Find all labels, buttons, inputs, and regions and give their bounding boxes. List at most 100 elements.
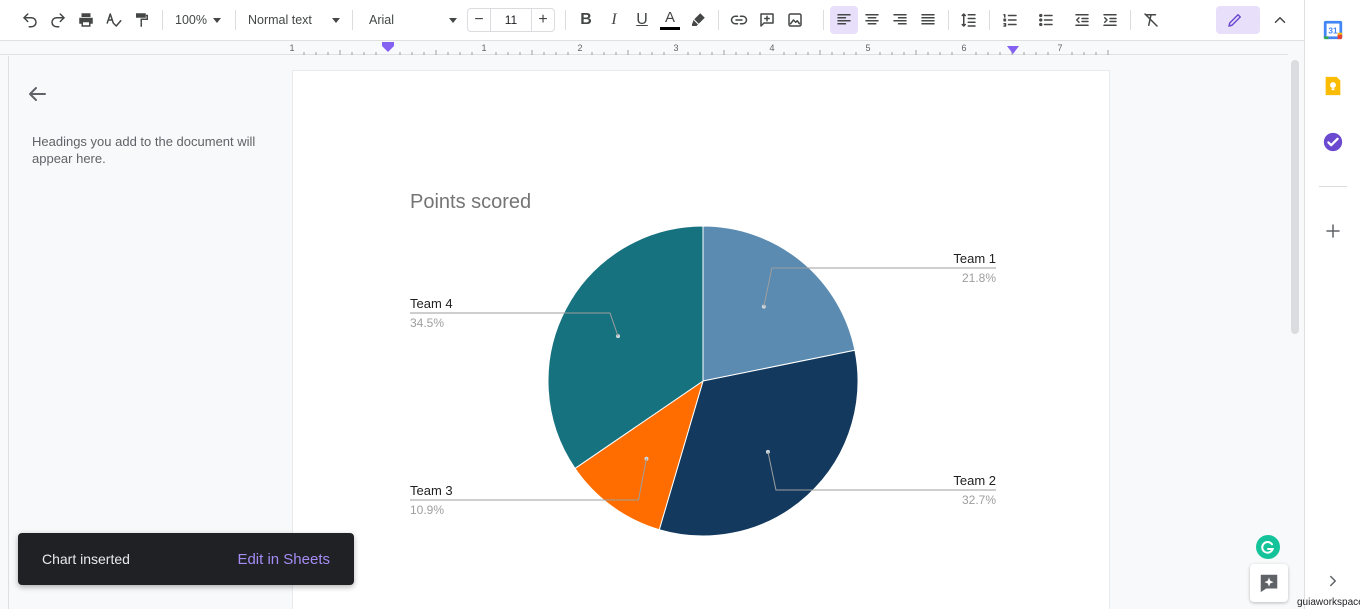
pencil-icon xyxy=(1228,14,1241,27)
text-color-button[interactable]: A xyxy=(656,6,684,34)
expand-side-panel-button[interactable] xyxy=(1321,569,1345,593)
zoom-value: 100% xyxy=(175,13,207,27)
chevron-right-icon xyxy=(1330,575,1336,587)
bulleted-list-button[interactable] xyxy=(1032,6,1060,34)
bold-button[interactable]: B xyxy=(572,6,600,34)
align-center-icon xyxy=(865,14,879,25)
underline-icon: U xyxy=(636,11,648,28)
collapse-toolbar-button[interactable] xyxy=(1266,6,1294,34)
svg-text:31: 31 xyxy=(1328,27,1338,36)
toolbar: 100% Normal text Arial − 11 + B I U A xyxy=(0,0,1304,41)
vertical-scrollbar[interactable] xyxy=(1291,60,1299,334)
chevron-up-icon xyxy=(1274,17,1286,23)
redo-button[interactable] xyxy=(44,6,72,34)
pie-chart[interactable]: Points scored Team 1 21.8% Team 2 32.7% Team… xyxy=(293,71,1109,609)
line-spacing-button[interactable] xyxy=(955,6,983,34)
toolbar-divider xyxy=(162,10,163,30)
toolbar-divider xyxy=(235,10,236,30)
snackbar: Chart inserted Edit in Sheets xyxy=(18,533,354,585)
ruler-label: 1 xyxy=(289,43,294,53)
zoom-select[interactable]: 100% xyxy=(169,6,229,34)
editing-mode-button[interactable] xyxy=(1216,6,1260,34)
align-center-button[interactable] xyxy=(858,6,886,34)
insert-link-button[interactable] xyxy=(725,6,753,34)
highlight-button[interactable] xyxy=(684,6,712,34)
arrow-left-icon xyxy=(29,87,46,101)
get-addons-button[interactable] xyxy=(1321,219,1345,243)
edit-in-sheets-link[interactable]: Edit in Sheets xyxy=(237,551,330,568)
grammarly-icon xyxy=(1261,541,1275,554)
justify-button[interactable] xyxy=(914,6,942,34)
toolbar-divider xyxy=(352,10,353,30)
numbered-list-icon xyxy=(1003,14,1017,27)
tasks-icon xyxy=(1323,132,1343,152)
slice-label: Team 1 xyxy=(953,251,996,266)
toolbar-divider xyxy=(1130,10,1131,30)
paint-format-icon xyxy=(136,13,148,27)
ruler-label: 7 xyxy=(1057,43,1062,53)
toolbar-divider xyxy=(989,10,990,30)
ruler-label: 4 xyxy=(769,43,774,53)
docs-window: 100% Normal text Arial − 11 + B I U A 1 … xyxy=(0,0,1360,609)
align-left-icon xyxy=(837,14,851,25)
keep-icon xyxy=(1325,76,1341,96)
keep-button[interactable] xyxy=(1321,74,1345,98)
text-color-icon: A xyxy=(664,8,675,26)
back-arrow-button[interactable] xyxy=(25,82,49,106)
horizontal-ruler: 1 1 2 3 4 5 6 7 xyxy=(0,41,1288,55)
document-page: Points scored Team 1 21.8% Team 2 32.7% Team… xyxy=(293,71,1109,609)
align-left-button[interactable] xyxy=(830,6,858,34)
snackbar-message: Chart inserted xyxy=(42,551,130,567)
style-select[interactable]: Normal text xyxy=(242,6,346,34)
underline-button[interactable]: U xyxy=(628,6,656,34)
toolbar-divider xyxy=(718,10,719,30)
calendar-button[interactable]: 31 xyxy=(1321,18,1345,42)
font-size-control: − 11 + xyxy=(467,8,555,32)
clear-formatting-button[interactable] xyxy=(1137,6,1165,34)
bold-icon: B xyxy=(580,11,592,28)
undo-button[interactable] xyxy=(16,6,44,34)
spellcheck-button[interactable] xyxy=(100,6,128,34)
chevron-down-icon xyxy=(332,17,340,23)
font-select[interactable]: Arial xyxy=(359,6,463,34)
paint-format-button[interactable] xyxy=(128,6,156,34)
ruler-label: 5 xyxy=(865,43,870,53)
right-indent-marker-icon[interactable] xyxy=(1007,46,1019,54)
ruler-scale: 1 1 2 3 4 5 6 7 xyxy=(289,43,1109,55)
tasks-button[interactable] xyxy=(1321,130,1345,154)
print-icon xyxy=(79,13,93,27)
outline-placeholder-text: Headings you add to the document will ap… xyxy=(32,134,256,166)
ruler-label: 1 xyxy=(481,43,486,53)
add-comment-button[interactable] xyxy=(753,6,781,34)
left-indent-marker-icon[interactable] xyxy=(382,42,394,52)
text-color-swatch xyxy=(660,26,680,30)
link-icon xyxy=(730,15,748,25)
chart-title: Points scored xyxy=(410,191,531,213)
decrease-font-size-button[interactable]: − xyxy=(468,9,490,31)
slice-percent: 34.5% xyxy=(410,316,444,330)
increase-indent-button[interactable] xyxy=(1096,6,1124,34)
decrease-indent-button[interactable] xyxy=(1068,6,1096,34)
print-button[interactable] xyxy=(72,6,100,34)
justify-icon xyxy=(921,14,935,25)
plus-icon xyxy=(1326,224,1340,238)
font-size-input[interactable]: 11 xyxy=(490,9,532,31)
explore-button[interactable] xyxy=(1250,564,1288,602)
bulleted-list-icon xyxy=(1039,13,1053,27)
align-right-button[interactable] xyxy=(886,6,914,34)
grammarly-button[interactable] xyxy=(1256,535,1280,559)
toolbar-divider xyxy=(565,10,566,30)
slice-percent: 32.7% xyxy=(962,493,996,507)
comment-icon xyxy=(760,13,774,27)
insert-image-button[interactable] xyxy=(781,6,809,34)
numbered-list-button[interactable] xyxy=(996,6,1024,34)
italic-button[interactable]: I xyxy=(600,6,628,34)
calendar-icon: 31 xyxy=(1323,20,1343,40)
toolbar-divider xyxy=(823,10,824,30)
watermark: guiaworkspace xyxy=(1297,597,1360,608)
increase-font-size-button[interactable]: + xyxy=(532,9,554,31)
slice-label: Team 2 xyxy=(953,473,996,488)
ruler-label: 3 xyxy=(673,43,678,53)
style-value: Normal text xyxy=(248,13,312,27)
ruler-label: 6 xyxy=(961,43,966,53)
